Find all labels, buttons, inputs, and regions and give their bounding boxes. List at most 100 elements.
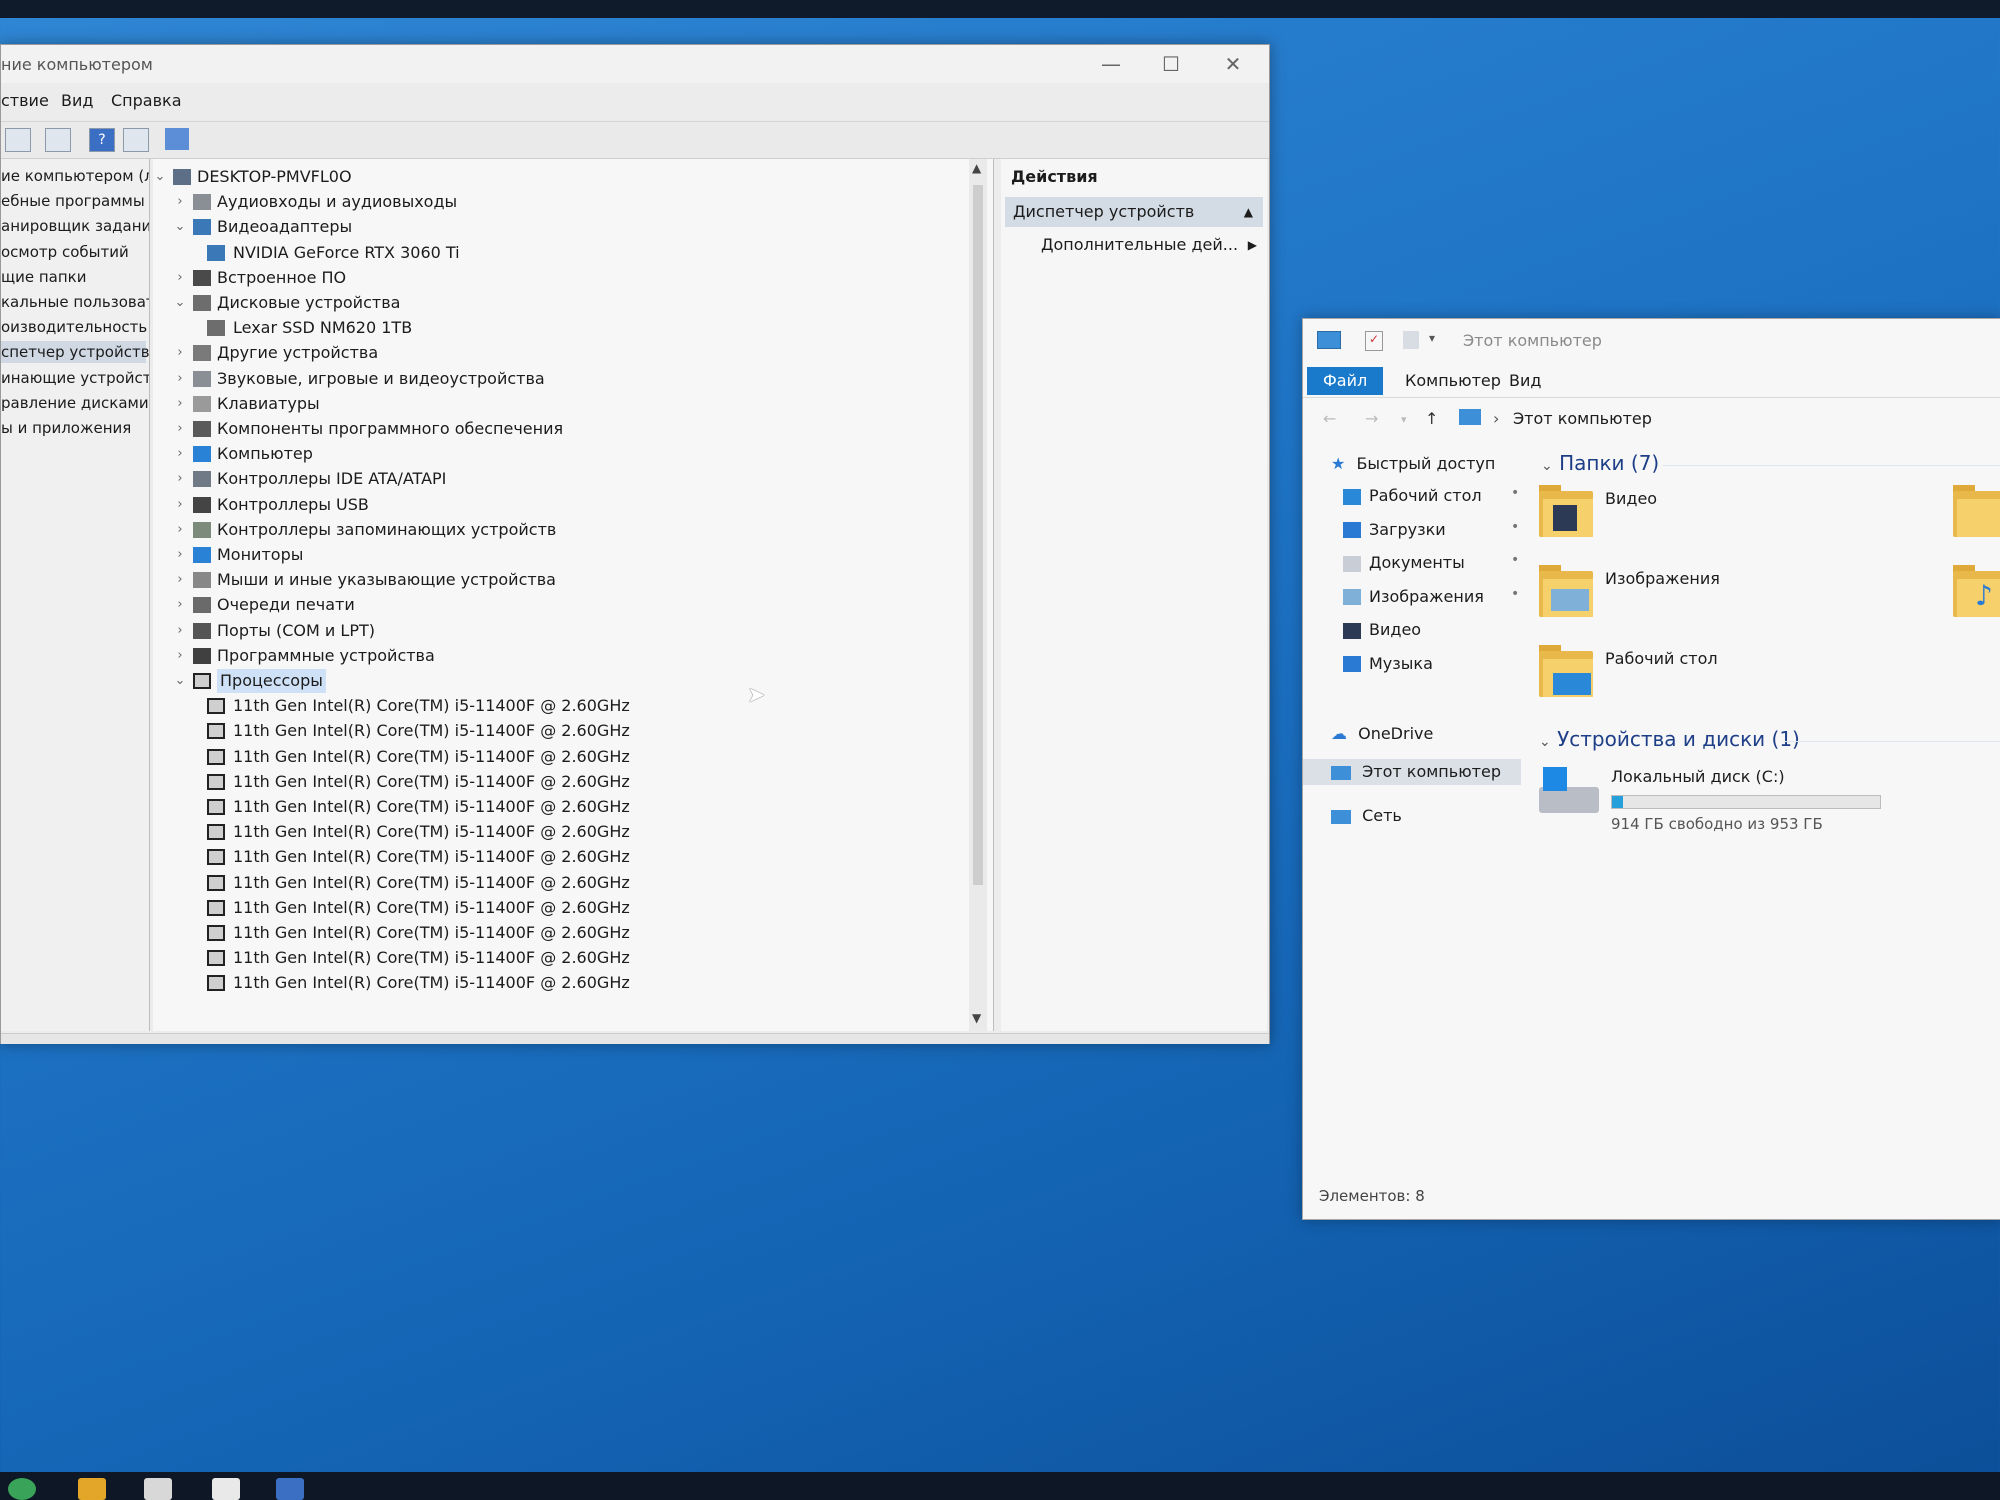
nav-quick-item[interactable]: Изображения: [1343, 584, 1484, 610]
help-icon[interactable]: ?: [89, 128, 115, 152]
nav-item[interactable]: ие компьютером (л: [1, 165, 149, 187]
recent-locations-icon[interactable]: ▾: [1401, 413, 1407, 426]
scroll-down-icon[interactable]: ▼: [972, 1011, 981, 1025]
scroll-up-icon[interactable]: ▲: [972, 161, 981, 175]
chevron-right-icon[interactable]: ›: [173, 568, 187, 592]
device-label: Lexar SSD NM620 1TB: [233, 318, 413, 338]
group-folders[interactable]: ⌄ Папки (7): [1541, 451, 1659, 475]
folder-music-icon[interactable]: ♪: [1953, 565, 2000, 617]
nav-item[interactable]: оизводительность: [1, 316, 147, 338]
chevron-right-icon[interactable]: ›: [173, 392, 187, 416]
scroll-thumb[interactable]: [973, 185, 983, 885]
customize-toolbar-icon[interactable]: ▾: [1429, 331, 1435, 345]
nav-quick-access[interactable]: ★ Быстрый доступ: [1331, 451, 1495, 477]
nav-onedrive[interactable]: ☁ OneDrive: [1331, 721, 1433, 747]
nav-this-pc[interactable]: Этот компьютер: [1303, 759, 1521, 785]
nav-quick-access-label: Быстрый доступ: [1356, 454, 1496, 473]
menu-action[interactable]: ствие: [1, 91, 49, 110]
nav-item[interactable]: щие папки: [1, 266, 87, 288]
folder-documents-icon[interactable]: [1953, 485, 2000, 537]
chevron-down-icon[interactable]: ⌄: [173, 215, 187, 239]
pin-icon[interactable]: •: [1511, 552, 1519, 568]
chevron-down-icon[interactable]: ⌄: [173, 669, 187, 693]
nav-quick-item[interactable]: Рабочий стол: [1343, 483, 1482, 509]
pin-icon[interactable]: •: [1511, 519, 1519, 535]
chevron-right-icon[interactable]: ›: [173, 367, 187, 391]
new-folder-icon[interactable]: [1403, 331, 1419, 349]
folder-name[interactable]: Рабочий стол: [1605, 649, 1718, 668]
pin-icon[interactable]: •: [1511, 485, 1519, 501]
actions-device-manager[interactable]: Диспетчер устройств ▲: [1005, 197, 1263, 227]
chevron-right-icon[interactable]: ›: [173, 593, 187, 617]
chevron-right-icon[interactable]: ›: [173, 341, 187, 365]
mail-taskbar-icon[interactable]: [212, 1478, 240, 1500]
chevron-right-icon[interactable]: ›: [173, 518, 187, 542]
nav-item[interactable]: ебные программы: [1, 190, 145, 212]
document-icon: [1343, 555, 1361, 572]
nav-quick-item[interactable]: Документы: [1343, 550, 1465, 576]
tab-view[interactable]: Вид: [1493, 367, 1557, 395]
nav-quick-item[interactable]: Загрузки: [1343, 517, 1446, 543]
pin-icon[interactable]: •: [1511, 586, 1519, 602]
nav-item[interactable]: равление дисками: [1, 392, 149, 414]
nav-item[interactable]: кальные пользовате: [1, 291, 149, 313]
properties-icon[interactable]: ✓: [1365, 331, 1383, 351]
back-icon[interactable]: ←: [1323, 409, 1336, 428]
tab-file[interactable]: Файл: [1307, 367, 1384, 395]
chevron-right-icon[interactable]: ›: [173, 190, 187, 214]
download-icon: [1343, 522, 1361, 538]
computer-icon: [1317, 331, 1341, 349]
computer-management-taskbar-icon[interactable]: [276, 1478, 304, 1500]
collapse-icon[interactable]: ▲: [1244, 197, 1253, 227]
chevron-right-icon[interactable]: ›: [173, 543, 187, 567]
nav-item[interactable]: осмотр событий: [1, 241, 129, 263]
up-icon[interactable]: ↑: [1425, 409, 1438, 428]
storage-controller-icon: [193, 521, 211, 538]
device-label: 11th Gen Intel(R) Core(TM) i5-11400F @ 2…: [233, 797, 630, 816]
monitor-icon[interactable]: [165, 128, 189, 150]
folder-video-icon[interactable]: [1539, 485, 1593, 537]
chevron-down-icon[interactable]: ⌄: [153, 165, 167, 189]
chevron-right-icon[interactable]: ›: [173, 442, 187, 466]
chevron-right-icon[interactable]: ›: [173, 266, 187, 290]
toolbar-console-icon[interactable]: [5, 128, 31, 152]
chevron-right-icon[interactable]: ›: [173, 619, 187, 643]
minimize-button[interactable]: —: [1091, 51, 1131, 77]
nav-item[interactable]: анировщик заданий: [1, 215, 149, 237]
chevron-right-icon[interactable]: ›: [173, 493, 187, 517]
vertical-scrollbar[interactable]: ▲ ▼: [969, 159, 987, 1031]
folder-name[interactable]: Видео: [1605, 489, 1657, 508]
device-label: 11th Gen Intel(R) Core(TM) i5-11400F @ 2…: [233, 872, 630, 892]
nav-item[interactable]: ы и приложения: [1, 417, 131, 439]
group-devices[interactable]: ⌄ Устройства и диски (1): [1539, 727, 1800, 751]
store-taskbar-icon[interactable]: [144, 1478, 172, 1500]
chevron-right-icon[interactable]: ›: [173, 467, 187, 491]
menu-help[interactable]: Справка: [111, 91, 182, 110]
file-explorer-taskbar-icon[interactable]: [78, 1478, 106, 1500]
forward-icon[interactable]: →: [1365, 409, 1378, 428]
menu-view[interactable]: Вид: [61, 91, 93, 110]
chevron-right-icon[interactable]: ›: [173, 644, 187, 668]
breadcrumb[interactable]: Этот компьютер: [1513, 409, 1652, 428]
folder-pictures-icon[interactable]: [1539, 565, 1593, 617]
content-pane: ⌄ Папки (7) Видео Изображения Рабочий ст…: [1533, 441, 2000, 1181]
actions-more[interactable]: Дополнительные дей... ▶: [1041, 231, 1261, 259]
chevron-right-icon[interactable]: ›: [173, 417, 187, 441]
close-button[interactable]: ✕: [1213, 51, 1253, 77]
nav-item[interactable]: спетчер устройств: [1, 341, 149, 364]
cpu-icon: [207, 975, 225, 992]
ribbon-tabs: Файл Компьютер Вид: [1303, 363, 2000, 398]
pictures-icon: [1343, 589, 1361, 605]
start-icon[interactable]: [8, 1478, 36, 1500]
folder-desktop-icon[interactable]: [1539, 645, 1593, 697]
cpu-icon: [207, 874, 225, 891]
folder-name[interactable]: Изображения: [1605, 569, 1720, 588]
chevron-down-icon[interactable]: ⌄: [173, 291, 187, 315]
toolbar-show-hide-icon[interactable]: [123, 128, 149, 152]
nav-quick-item[interactable]: Музыка: [1343, 651, 1433, 677]
nav-quick-item[interactable]: Видео: [1343, 617, 1421, 643]
maximize-button[interactable]: ☐: [1151, 51, 1191, 77]
nav-item[interactable]: инающие устройст: [1, 367, 149, 389]
nav-network[interactable]: Сеть: [1331, 803, 1402, 829]
toolbar-properties-icon[interactable]: [45, 128, 71, 152]
